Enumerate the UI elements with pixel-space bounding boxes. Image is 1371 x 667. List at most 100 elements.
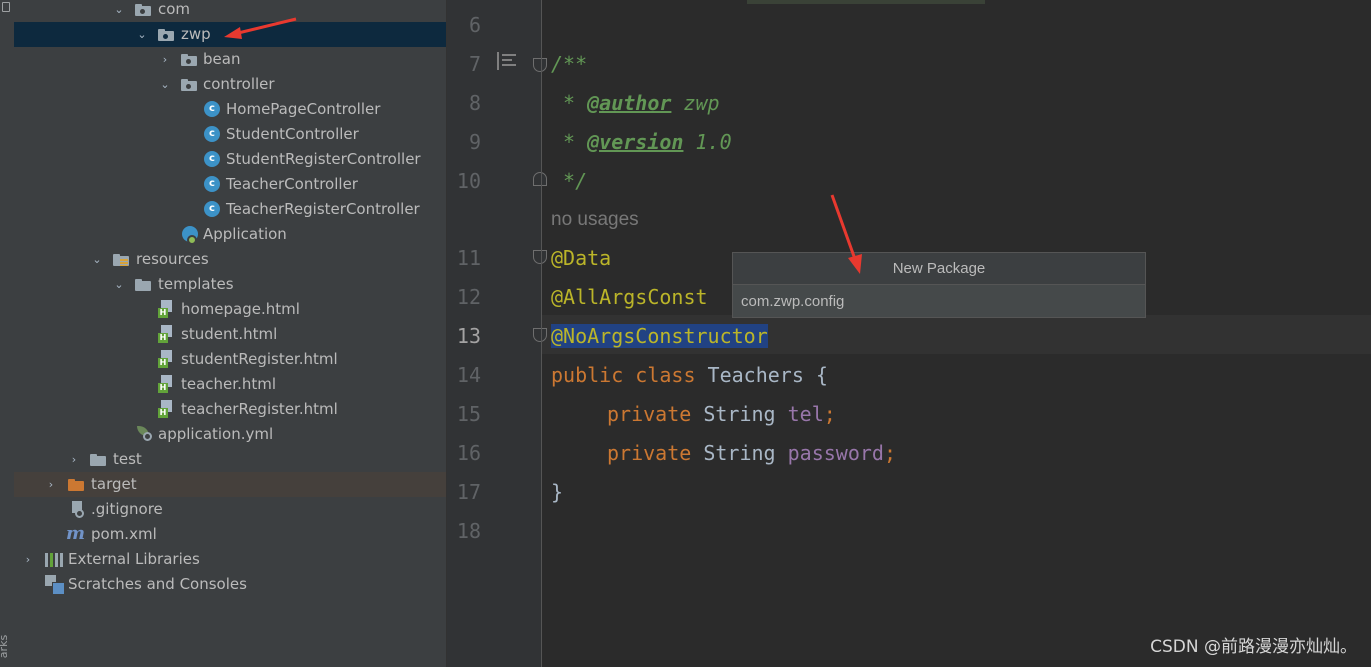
- tree-item-gitignore[interactable]: .gitignore: [14, 497, 446, 522]
- tree-item-controller[interactable]: ⌄ controller: [14, 72, 446, 97]
- annotation-allargs: @AllArgsConst: [551, 285, 708, 309]
- chevron-right-icon[interactable]: ›: [44, 472, 58, 497]
- chevron-down-icon[interactable]: ⌄: [112, 272, 126, 297]
- line-number: 18: [456, 519, 481, 543]
- chevron-down-icon[interactable]: ⌄: [158, 72, 172, 97]
- html-file-icon: H: [158, 350, 174, 368]
- chevron-down-icon[interactable]: ⌄: [135, 22, 149, 47]
- tree-item-external-libraries[interactable]: › External Libraries: [14, 547, 446, 572]
- project-tree-panel: ⌄ com ⌄ zwp › bean ⌄ controller c HomePa…: [14, 0, 446, 667]
- tree-item-label: resources: [136, 250, 209, 268]
- code-line-8: * @author zwp: [551, 84, 720, 123]
- tree-item-studentregistercontroller[interactable]: c StudentRegisterController: [14, 147, 446, 172]
- semicolon: ;: [823, 402, 836, 426]
- code-line-7: /**: [551, 45, 587, 84]
- chevron-right-icon[interactable]: ›: [67, 447, 81, 472]
- java-class-icon: c: [204, 201, 220, 217]
- tree-item-scratches[interactable]: Scratches and Consoles: [14, 572, 446, 597]
- tree-item-label: .gitignore: [91, 500, 163, 518]
- left-tool-strip: arks: [0, 0, 15, 667]
- tree-item-teachercontroller[interactable]: c TeacherController: [14, 172, 446, 197]
- chevron-right-icon[interactable]: ›: [158, 47, 172, 72]
- code-line-13: @NoArgsConstructor: [551, 317, 768, 356]
- code-line-16: private String password;: [607, 434, 896, 473]
- tree-item-label: templates: [158, 275, 234, 293]
- class-declaration: Teachers {: [695, 363, 828, 387]
- tree-item-test[interactable]: › test: [14, 447, 446, 472]
- fold-collapse-icon[interactable]: [533, 328, 547, 342]
- keyword-private: private: [607, 441, 692, 465]
- tree-item-resources[interactable]: ⌄ resources: [14, 247, 446, 272]
- tree-item-application-yml[interactable]: application.yml: [14, 422, 446, 447]
- toggle-rendered-doc-icon[interactable]: [497, 52, 517, 72]
- tree-item-label: Application: [203, 225, 287, 243]
- code-editor[interactable]: 6 7 8 9 10 11 12 13 14 15 16 17 18 /** *…: [446, 0, 1371, 667]
- tree-item-homepage-html[interactable]: H homepage.html: [14, 297, 446, 322]
- tree-item-teacherregister-html[interactable]: H teacherRegister.html: [14, 397, 446, 422]
- type-string: String: [691, 441, 788, 465]
- package-folder-icon: [158, 29, 174, 41]
- usages-inlay-hint[interactable]: no usages: [551, 200, 639, 239]
- html-file-icon: H: [158, 400, 174, 418]
- java-class-icon: c: [204, 151, 220, 167]
- annotation-noargs-selected: @NoArgsConstructor: [551, 324, 768, 348]
- java-class-icon: c: [204, 101, 220, 117]
- spring-boot-app-icon: [182, 226, 198, 245]
- package-name-input[interactable]: [741, 289, 1131, 313]
- chevron-down-icon[interactable]: ⌄: [90, 247, 104, 272]
- bookmarks-tool-label[interactable]: arks: [0, 635, 10, 658]
- tree-item-target[interactable]: › target: [14, 472, 446, 497]
- tree-item-pom-xml[interactable]: m pom.xml: [14, 522, 446, 547]
- doc-star: *: [551, 91, 588, 115]
- html-file-icon: H: [158, 375, 174, 393]
- tree-item-label: StudentController: [226, 125, 359, 143]
- line-number-current: 13: [456, 324, 481, 348]
- line-number: 9: [468, 130, 481, 154]
- tree-item-student-html[interactable]: H student.html: [14, 322, 446, 347]
- tree-item-homepagecontroller[interactable]: c HomePageController: [14, 97, 446, 122]
- doc-comment-open: /**: [551, 52, 588, 76]
- package-folder-icon: [181, 54, 197, 66]
- chevron-down-icon[interactable]: ⌄: [112, 0, 126, 22]
- gitignore-file-icon: [70, 501, 84, 518]
- tree-item-studentcontroller[interactable]: c StudentController: [14, 122, 446, 147]
- tree-item-label: External Libraries: [68, 550, 200, 568]
- tree-item-label: teacher.html: [181, 375, 277, 393]
- semicolon: ;: [883, 441, 896, 465]
- line-number: 17: [456, 480, 481, 504]
- project-tool-icon[interactable]: [2, 2, 10, 12]
- package-folder-icon: [135, 4, 151, 16]
- line-number: 15: [456, 402, 481, 426]
- tree-item-label: teacherRegister.html: [181, 400, 338, 418]
- line-number: 16: [456, 441, 481, 465]
- tree-item-teacher-html[interactable]: H teacher.html: [14, 372, 446, 397]
- tree-item-studentregister-html[interactable]: H studentRegister.html: [14, 347, 446, 372]
- code-line-15: private String tel;: [607, 395, 836, 434]
- keyword-public-class: public class: [551, 363, 696, 387]
- tree-item-label: pom.xml: [91, 525, 157, 543]
- new-package-dialog: New Package: [732, 252, 1146, 318]
- line-number: 12: [456, 285, 481, 309]
- tree-item-label: bean: [203, 50, 241, 68]
- tree-item-application[interactable]: Application: [14, 222, 446, 247]
- resources-folder-icon: [113, 254, 129, 266]
- tree-item-label: com: [158, 0, 191, 18]
- yaml-config-icon: [135, 425, 153, 443]
- fold-collapse-icon[interactable]: [533, 250, 547, 264]
- editor-scroll-marker: [747, 0, 985, 4]
- tree-item-templates[interactable]: ⌄ templates: [14, 272, 446, 297]
- fold-end-icon[interactable]: [533, 172, 547, 186]
- java-class-icon: c: [204, 176, 220, 192]
- tree-item-teacherregistercontroller[interactable]: c TeacherRegisterController: [14, 197, 446, 222]
- field-tel: tel: [787, 402, 824, 426]
- chevron-right-icon[interactable]: ›: [21, 547, 35, 572]
- tree-item-bean[interactable]: › bean: [14, 47, 446, 72]
- tree-item-label: HomePageController: [226, 100, 381, 118]
- excluded-folder-icon: [68, 479, 84, 491]
- csdn-watermark: CSDN @前路漫漫亦灿灿。: [1150, 637, 1357, 657]
- folder-icon: [90, 454, 106, 466]
- tree-item-label: TeacherController: [226, 175, 358, 193]
- line-number: 7: [468, 52, 481, 76]
- code-line-14: public class Teachers {: [551, 356, 828, 395]
- fold-collapse-icon[interactable]: [533, 58, 547, 72]
